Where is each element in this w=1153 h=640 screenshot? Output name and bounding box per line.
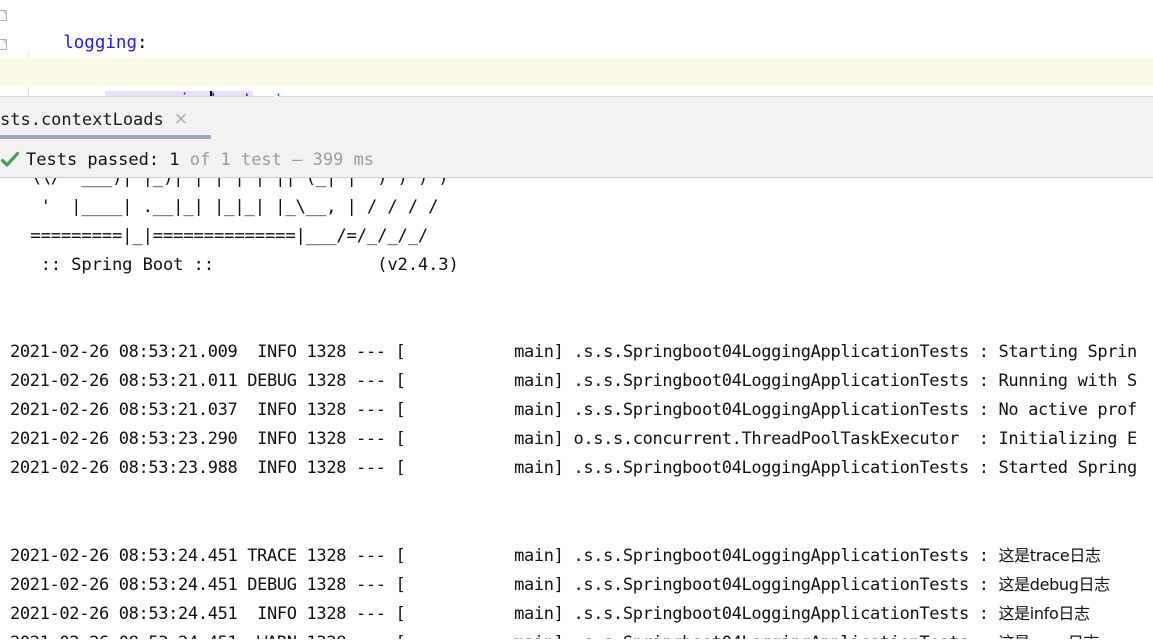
- test-tab-label: sts.contextLoads: [0, 109, 164, 130]
- log-line-head: 2021-02-26 08:53:24.451 TRACE 1328 --- […: [10, 546, 999, 566]
- log-line: 2021-02-26 08:53:23.988 INFO 1328 --- [ …: [0, 454, 1153, 483]
- log-line-message: No active prof: [998, 400, 1138, 420]
- log-line-message: 这是trace日志: [998, 546, 1102, 565]
- yaml-editor-pane[interactable]: logging: level: com.springboot: trace: [0, 0, 1153, 96]
- tests-passed-label: Tests passed:: [26, 149, 170, 170]
- log-line-head: 2021-02-26 08:53:23.290 INFO 1328 --- [ …: [10, 429, 999, 449]
- banner-line: ' |____| .__|_| |_|_| |_\__, | / / / /: [10, 197, 439, 217]
- log-line-message: Running with S: [998, 371, 1138, 391]
- log-line: 2021-02-26 08:53:23.290 INFO 1328 --- [ …: [0, 425, 1153, 454]
- tabstrip-divider-gap: [274, 96, 279, 97]
- log-line-message: Initializing E: [998, 429, 1138, 449]
- console-output-pane[interactable]: \\/ ___)| |_)| | | | | || (_| | ) ) ) ) …: [0, 178, 1153, 639]
- log-line-head: 2021-02-26 08:53:24.451 WARN 1328 --- [ …: [10, 633, 999, 639]
- log-line: 2021-02-26 08:53:24.451 TRACE 1328 --- […: [0, 541, 1153, 570]
- code-line-level[interactable]: level:: [0, 29, 1153, 82]
- log-line-head: 2021-02-26 08:53:21.011 DEBUG 1328 --- […: [10, 371, 999, 391]
- log-line: 2021-02-26 08:53:21.009 INFO 1328 --- [ …: [0, 338, 1153, 367]
- log-line-head: 2021-02-26 08:53:21.037 INFO 1328 --- [ …: [10, 400, 999, 420]
- log-line: 2021-02-26 08:53:21.011 DEBUG 1328 --- […: [0, 367, 1153, 396]
- log-line: 2021-02-26 08:53:21.037 INFO 1328 --- [ …: [0, 396, 1153, 425]
- active-tab-underline: [0, 135, 211, 139]
- log-line: 2021-02-26 08:53:24.451 DEBUG 1328 --- […: [0, 570, 1153, 599]
- tests-of-label: of 1 test: [179, 149, 293, 170]
- log-line-head: 2021-02-26 08:53:21.009 INFO 1328 --- [ …: [10, 342, 999, 362]
- tests-dash: —: [292, 149, 303, 170]
- test-status-bar: Tests passed: 1 of 1 test — 399 ms: [0, 142, 1153, 178]
- log-line-message: 这是debug日志: [998, 575, 1111, 594]
- tests-passed-count: 1: [169, 149, 180, 170]
- close-icon[interactable]: ×: [174, 111, 188, 128]
- log-line-head: 2021-02-26 08:53:24.451 INFO 1328 --- [ …: [10, 604, 999, 624]
- tests-duration: 399 ms: [302, 149, 375, 170]
- log-line-message: Starting Sprin: [998, 342, 1138, 362]
- log-line: 2021-02-26 08:53:24.451 WARN 1328 --- [ …: [0, 628, 1153, 639]
- banner-line: :: Spring Boot :: (v2.4.3): [10, 255, 459, 275]
- console-text-container: \\/ ___)| |_)| | | | | || (_| | ) ) ) ) …: [0, 178, 1153, 639]
- test-result-tabstrip[interactable]: sts.contextLoads ×: [0, 96, 1153, 142]
- log-line-message: Started Spring: [998, 458, 1138, 478]
- log-line-head: 2021-02-26 08:53:24.451 DEBUG 1328 --- […: [10, 575, 999, 595]
- banner-line: =========|_|==============|___/=/_/_/_/: [10, 226, 429, 246]
- log-group-levels: 2021-02-26 08:53:24.451 TRACE 1328 --- […: [0, 541, 1153, 639]
- log-line-message: 这是warn日志: [999, 633, 1100, 639]
- log-line: 2021-02-26 08:53:24.451 INFO 1328 --- [ …: [0, 599, 1153, 628]
- log-group-startup: 2021-02-26 08:53:21.009 INFO 1328 --- [ …: [0, 338, 1153, 483]
- code-line-com-springboot[interactable]: com.springboot: trace: [0, 58, 1153, 96]
- banner-line: \\/ ___)| |_)| | | | | || (_| | ) ) ) ): [10, 178, 449, 188]
- log-line-message: 这是info日志: [998, 604, 1091, 623]
- log-line-head: 2021-02-26 08:53:23.988 INFO 1328 --- [ …: [10, 458, 999, 478]
- check-mark-icon: [0, 151, 20, 167]
- code-line-logging[interactable]: logging:: [0, 0, 1153, 53]
